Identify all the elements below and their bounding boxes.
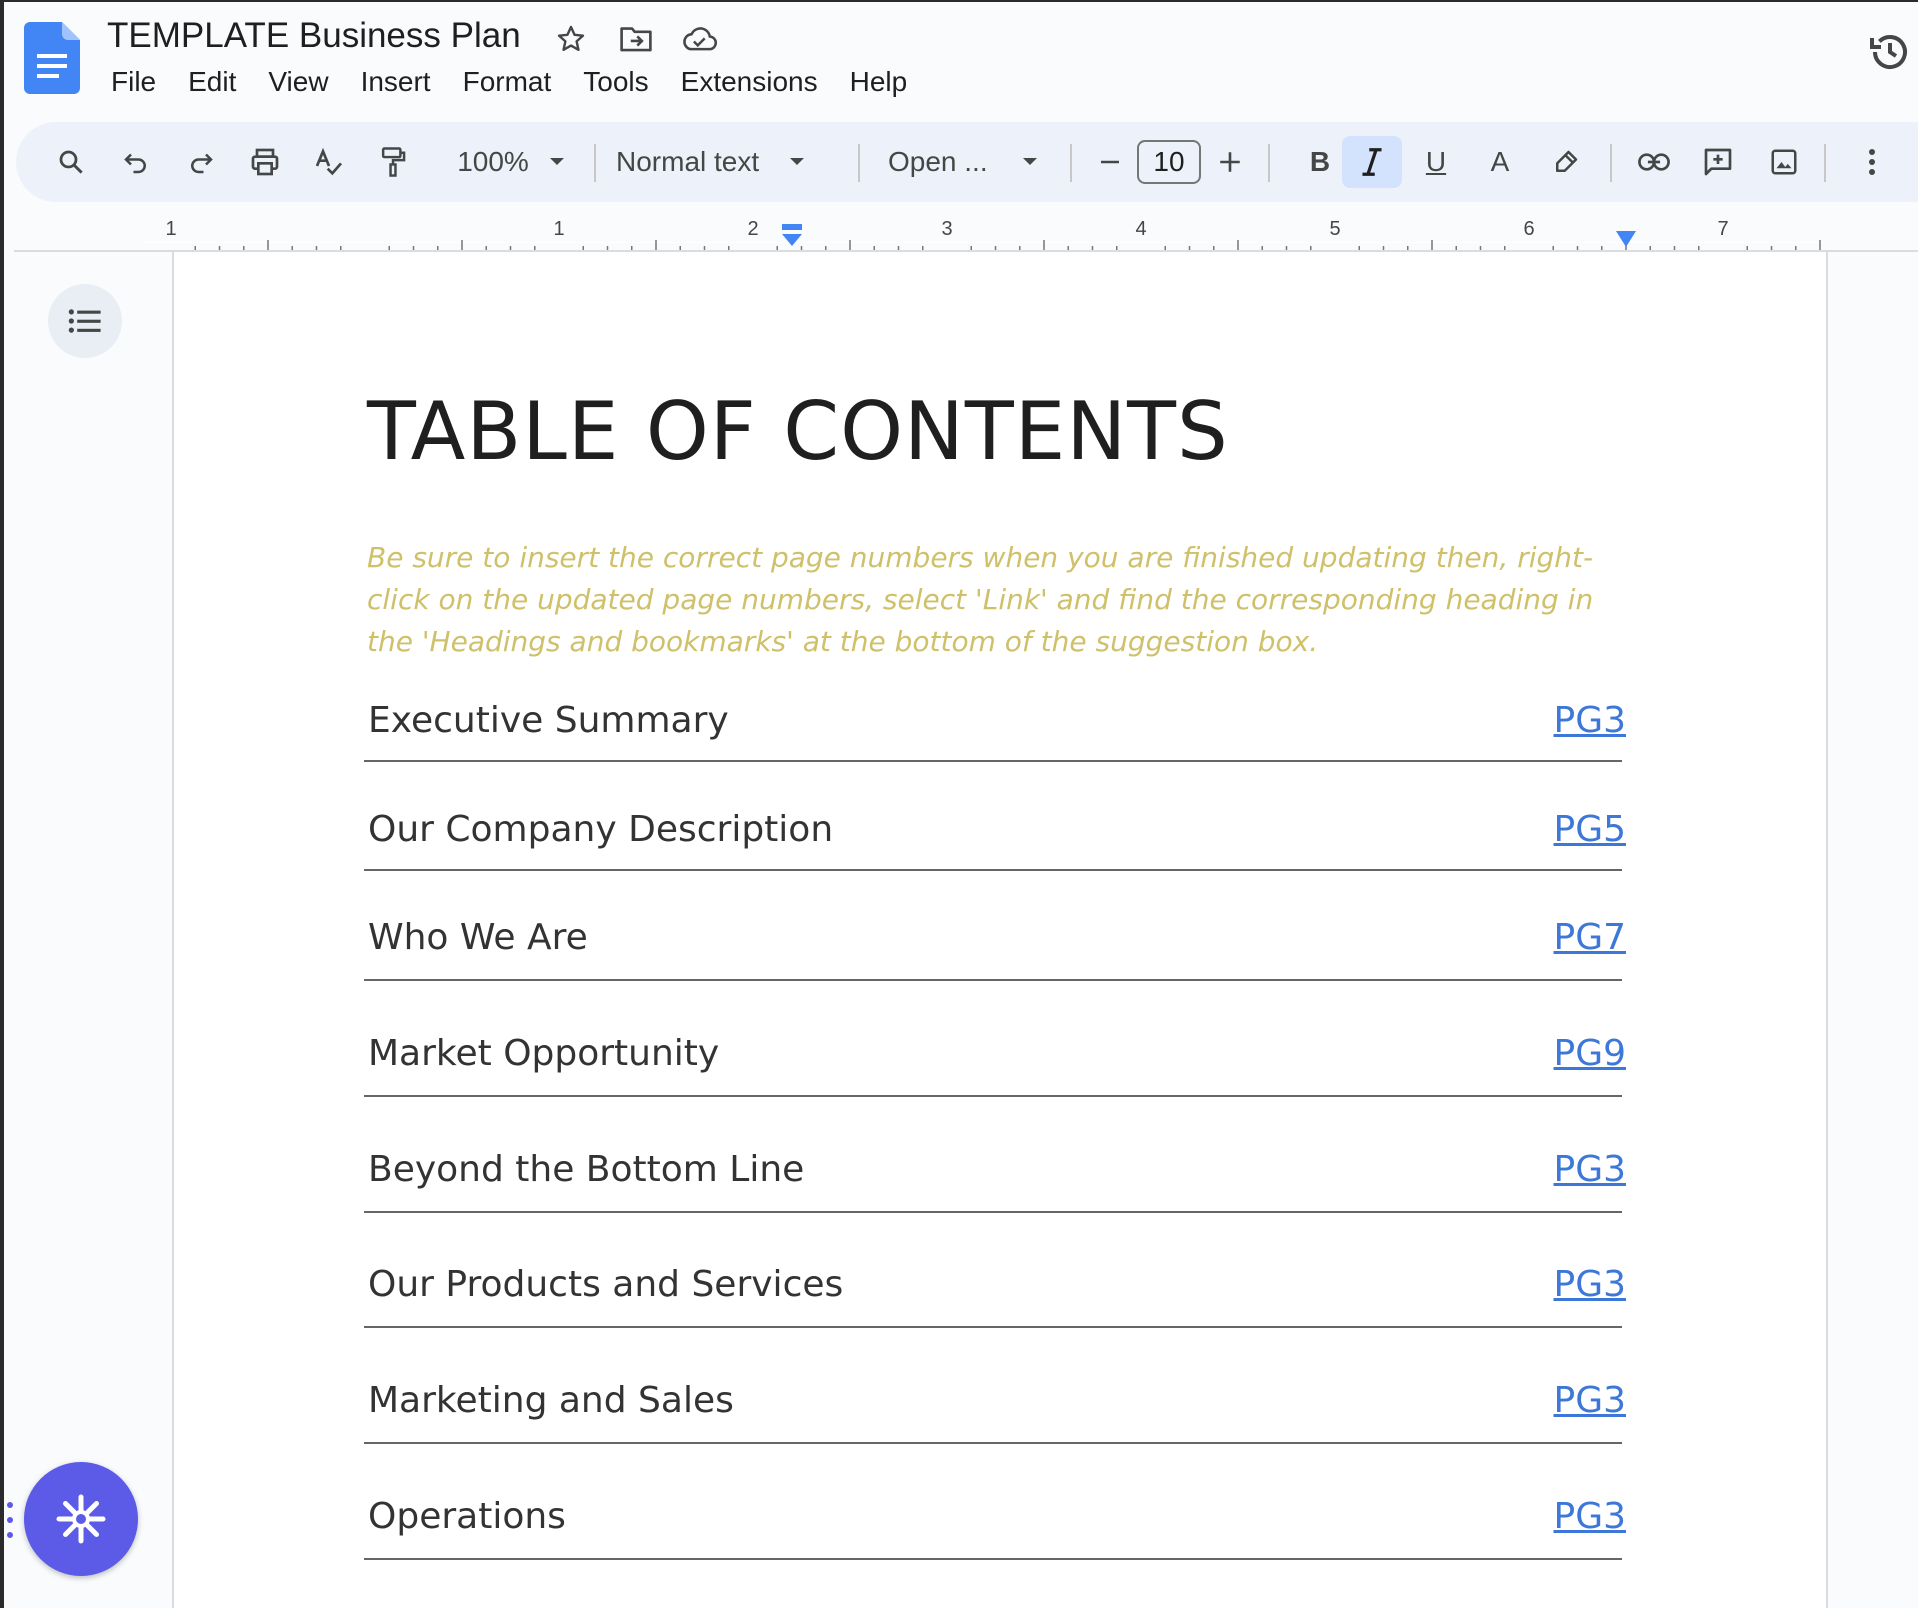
cloud-saved-icon[interactable] xyxy=(680,20,718,58)
assistant-button[interactable] xyxy=(24,1462,138,1576)
toc-entry-label: Executive Summary xyxy=(368,700,729,741)
more-options-icon[interactable] xyxy=(1852,136,1892,188)
move-to-folder-icon[interactable] xyxy=(617,20,655,58)
print-icon[interactable] xyxy=(240,136,290,188)
add-comment-icon[interactable] xyxy=(1690,136,1746,188)
menu-tools[interactable]: Tools xyxy=(567,62,664,102)
toolbar-divider xyxy=(1824,144,1826,182)
toolbar-divider xyxy=(1610,144,1612,182)
toc-entry-label: Marketing and Sales xyxy=(368,1380,734,1421)
text-color-button[interactable]: A xyxy=(1472,136,1528,188)
outline-list-icon xyxy=(68,309,101,333)
horizontal-ruler[interactable]: 1 1 2 3 4 5 6 7 xyxy=(140,212,1823,252)
font-size-value: 10 xyxy=(1137,140,1201,184)
toc-entry-label: Beyond the Bottom Line xyxy=(368,1149,805,1190)
window-top-edge xyxy=(0,0,1918,2)
increase-font-size-icon[interactable] xyxy=(1208,136,1252,188)
ruler-label: 7 xyxy=(1717,218,1729,240)
toc-row[interactable]: Our Products and Services PG3 xyxy=(364,1264,1626,1328)
document-title[interactable]: TEMPLATE Business Plan xyxy=(107,16,521,56)
toc-page-link[interactable]: PG7 xyxy=(1553,917,1626,958)
toolbar-divider xyxy=(594,144,596,182)
toc-entry-label: Market Opportunity xyxy=(368,1033,720,1074)
toolbar: 100% Normal text Open ... 10 B U A xyxy=(16,122,1918,202)
italic-icon xyxy=(1362,148,1382,176)
toc-page-link[interactable]: PG3 xyxy=(1553,700,1626,741)
search-menus-icon[interactable] xyxy=(46,136,96,188)
bold-button[interactable]: B xyxy=(1292,136,1348,188)
toc-entry-label: Who We Are xyxy=(368,917,588,958)
toc-page-link[interactable]: PG3 xyxy=(1553,1149,1626,1190)
toolbar-divider xyxy=(1268,144,1270,182)
version-history-icon[interactable] xyxy=(1866,28,1914,76)
ruler-label: 1 xyxy=(165,218,177,240)
zoom-select[interactable]: 100% xyxy=(436,136,586,188)
toc-entry-label: Our Products and Services xyxy=(368,1264,844,1305)
insert-image-icon[interactable] xyxy=(1756,136,1812,188)
menu-extensions[interactable]: Extensions xyxy=(665,62,834,102)
italic-button[interactable] xyxy=(1342,136,1402,188)
toc-page-link[interactable]: PG3 xyxy=(1553,1380,1626,1421)
font-select[interactable]: Open ... xyxy=(888,136,1068,188)
zoom-value: 100% xyxy=(457,146,529,177)
paragraph-style-value: Normal text xyxy=(616,146,760,177)
zoom-dropdown-icon xyxy=(549,158,564,165)
toolbar-divider xyxy=(858,144,860,182)
ruler-label: 4 xyxy=(1135,218,1147,240)
font-value: Open ... xyxy=(888,146,988,177)
font-size-input[interactable]: 10 xyxy=(1134,136,1204,188)
toc-row[interactable]: Marketing and Sales PG3 xyxy=(364,1380,1626,1444)
font-dropdown-icon xyxy=(1022,158,1037,165)
menu-file[interactable]: File xyxy=(95,62,172,102)
highlight-color-icon[interactable] xyxy=(1538,136,1594,188)
indent-marker-icon[interactable] xyxy=(780,222,804,252)
toc-row[interactable]: Our Company Description PG5 xyxy=(364,809,1626,871)
document-outline-button[interactable] xyxy=(48,284,122,358)
toc-entry-label: Our Company Description xyxy=(368,809,834,850)
menu-format[interactable]: Format xyxy=(447,62,568,102)
window-left-edge xyxy=(0,0,4,1608)
toc-row[interactable]: Who We Are PG7 xyxy=(364,917,1626,981)
menu-edit[interactable]: Edit xyxy=(172,62,252,102)
undo-icon[interactable] xyxy=(111,136,161,188)
ruler-ticks xyxy=(140,240,1823,252)
toc-entry-label: Operations xyxy=(368,1496,566,1537)
toc-row[interactable]: Operations PG3 xyxy=(364,1496,1626,1560)
toc-instruction-note[interactable]: Be sure to insert the correct page numbe… xyxy=(367,537,1647,663)
paragraph-style-select[interactable]: Normal text xyxy=(616,136,846,188)
redo-icon[interactable] xyxy=(176,136,226,188)
ruler-label: 3 xyxy=(941,218,953,240)
toc-row[interactable]: Executive Summary PG3 xyxy=(364,700,1626,762)
toc-page-link[interactable]: PG9 xyxy=(1553,1033,1626,1074)
paint-format-icon[interactable] xyxy=(368,136,418,188)
text-color-label: A xyxy=(1490,146,1510,177)
decrease-font-size-icon[interactable] xyxy=(1088,136,1132,188)
sparkle-icon xyxy=(56,1494,106,1544)
toc-row[interactable]: Beyond the Bottom Line PG3 xyxy=(364,1149,1626,1213)
menu-insert[interactable]: Insert xyxy=(345,62,447,102)
ruler-label: 1 xyxy=(553,218,565,240)
toc-row[interactable]: Market Opportunity PG9 xyxy=(364,1033,1626,1097)
drag-handle-icon[interactable] xyxy=(6,1500,14,1540)
underline-button[interactable]: U xyxy=(1408,136,1464,188)
toc-page-link[interactable]: PG3 xyxy=(1553,1264,1626,1305)
star-icon[interactable] xyxy=(552,20,590,58)
toc-page-link[interactable]: PG3 xyxy=(1553,1496,1626,1537)
menu-view[interactable]: View xyxy=(252,62,344,102)
docs-logo-icon[interactable] xyxy=(24,22,80,94)
underline-label: U xyxy=(1425,146,1447,177)
menu-help[interactable]: Help xyxy=(834,62,924,102)
toolbar-divider xyxy=(1070,144,1072,182)
right-indent-marker-icon[interactable] xyxy=(1615,230,1637,248)
ruler-label: 2 xyxy=(747,218,759,240)
spelling-grammar-icon[interactable] xyxy=(304,136,354,188)
toc-page-link[interactable]: PG5 xyxy=(1553,809,1626,850)
menu-bar: File Edit View Insert Format Tools Exten… xyxy=(95,62,923,102)
ruler-label: 6 xyxy=(1523,218,1535,240)
style-dropdown-icon xyxy=(790,158,805,165)
ruler-label: 5 xyxy=(1329,218,1341,240)
toc-heading[interactable]: TABLE OF CONTENTS xyxy=(367,385,1229,478)
bold-label: B xyxy=(1309,146,1331,177)
insert-link-icon[interactable] xyxy=(1626,136,1682,188)
